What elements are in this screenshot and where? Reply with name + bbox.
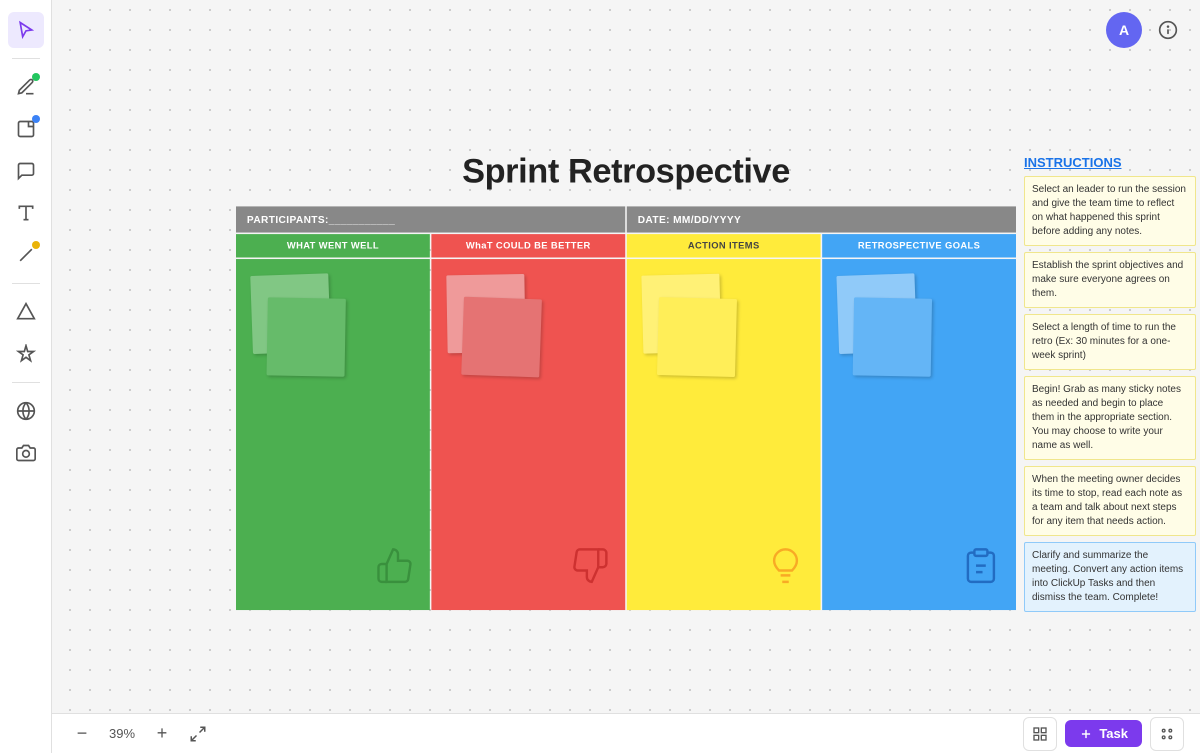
tool-select[interactable] xyxy=(8,12,44,48)
column-headers: WHAT WENT WELL WhaT COULD BE BETTER ACTI… xyxy=(236,234,1016,257)
tool-pen[interactable] xyxy=(8,69,44,105)
add-task-button[interactable]: Task xyxy=(1065,720,1142,747)
instructions-title[interactable]: INSTRUCTIONS xyxy=(1024,155,1196,170)
col-header-could-be-better[interactable]: WhaT COULD BE BETTER xyxy=(431,234,625,257)
instruction-step-4: Begin! Grab as many sticky notes as need… xyxy=(1024,376,1196,460)
instruction-step-2: Establish the sprint objectives and make… xyxy=(1024,252,1196,308)
board-container: PARTICIPANTS:___________ DATE: MM/DD/YYY… xyxy=(236,206,1016,610)
zoom-in-button[interactable]: + xyxy=(148,720,176,748)
sticky-note-blue-2[interactable] xyxy=(853,297,932,376)
instructions-panel: INSTRUCTIONS Select an leader to run the… xyxy=(1024,155,1196,618)
task-button-label: Task xyxy=(1099,726,1128,741)
sticky-note-green-2[interactable] xyxy=(267,297,346,376)
page-title: Sprint Retrospective xyxy=(158,151,1094,191)
tool-ai[interactable] xyxy=(8,336,44,372)
zoom-out-button[interactable]: − xyxy=(68,720,96,748)
pen-dot xyxy=(32,73,40,81)
widget-button[interactable] xyxy=(1023,717,1057,751)
thumbs-down-icon xyxy=(571,546,610,594)
col-body-could-be-better[interactable] xyxy=(431,259,625,610)
toolbar-sep-3 xyxy=(12,382,40,383)
tool-sticky[interactable] xyxy=(8,111,44,147)
instruction-step-6: Clarify and summarize the meeting. Conve… xyxy=(1024,542,1196,612)
toolbar-sep-2 xyxy=(12,283,40,284)
col-header-retro-goals[interactable]: RETROSPECTIVE GOALS xyxy=(822,234,1016,257)
tool-comment[interactable] xyxy=(8,153,44,189)
zoom-level: 39% xyxy=(104,726,140,741)
tool-camera[interactable] xyxy=(8,435,44,471)
header-right: A xyxy=(1106,12,1184,48)
canvas-area: Sprint Retrospective PARTICIPANTS:______… xyxy=(52,0,1200,713)
tool-globe[interactable] xyxy=(8,393,44,429)
instruction-step-1: Select an leader to run the session and … xyxy=(1024,176,1196,246)
column-bodies xyxy=(236,259,1016,610)
tool-line[interactable] xyxy=(8,237,44,273)
sticky-note-yellow-2[interactable] xyxy=(657,297,737,377)
toolbar-sep-1 xyxy=(12,58,40,59)
date-bar: DATE: MM/DD/YYYY xyxy=(627,206,1016,232)
fit-to-screen-button[interactable] xyxy=(184,720,212,748)
tool-shapes[interactable] xyxy=(8,294,44,330)
line-dot xyxy=(32,241,40,249)
lightbulb-icon xyxy=(766,546,805,594)
bottom-bar: − 39% + Task xyxy=(52,713,1200,753)
col-header-went-well[interactable]: WHAT WENT WELL xyxy=(236,234,430,257)
clipboard-icon xyxy=(961,546,1000,594)
instruction-step-3: Select a length of time to run the retro… xyxy=(1024,314,1196,370)
col-body-action-items[interactable] xyxy=(627,259,821,610)
bottom-right: Task xyxy=(1023,717,1184,751)
thumbs-up-icon xyxy=(375,546,414,594)
grid-button[interactable] xyxy=(1150,717,1184,751)
col-header-action-items[interactable]: ACTION ITEMS xyxy=(627,234,821,257)
user-avatar[interactable]: A xyxy=(1106,12,1142,48)
info-button[interactable] xyxy=(1152,14,1184,46)
sticky-dot xyxy=(32,115,40,123)
instruction-step-5: When the meeting owner decides its time … xyxy=(1024,466,1196,536)
participants-bar: PARTICIPANTS:___________ xyxy=(236,206,625,232)
left-toolbar xyxy=(0,0,52,753)
col-body-retro-goals[interactable] xyxy=(822,259,1016,610)
header-row: PARTICIPANTS:___________ DATE: MM/DD/YYY… xyxy=(236,206,1016,232)
col-body-went-well[interactable] xyxy=(236,259,430,610)
content-wrapper: Sprint Retrospective PARTICIPANTS:______… xyxy=(158,151,1094,610)
sticky-note-red-2[interactable] xyxy=(461,296,542,377)
tool-text[interactable] xyxy=(8,195,44,231)
